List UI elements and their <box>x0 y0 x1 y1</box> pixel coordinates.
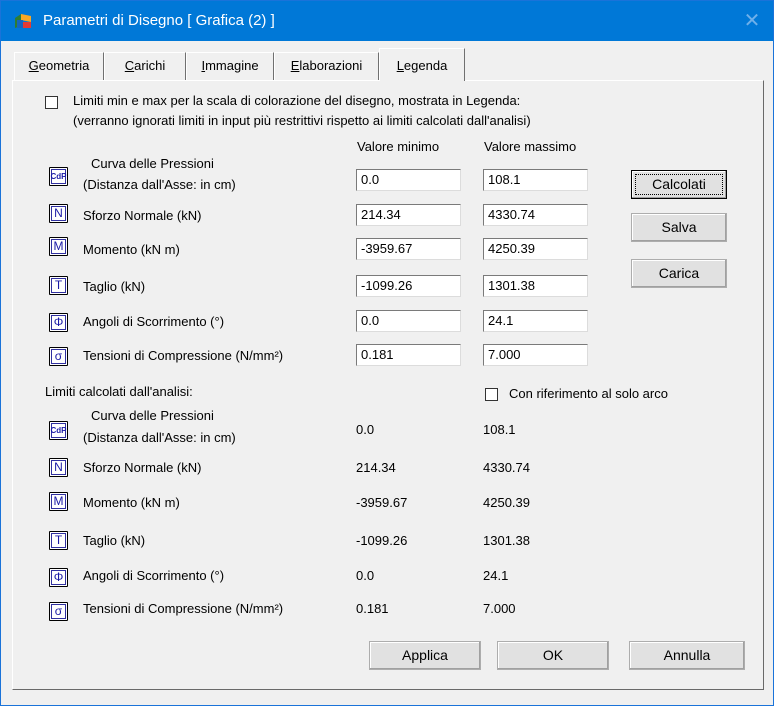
tab-legenda[interactable]: Legenda <box>379 48 465 81</box>
tab-immagine[interactable]: Immagine <box>186 52 274 80</box>
tab-panel-legenda <box>12 80 764 690</box>
tab-carichi[interactable]: Carichi <box>104 52 186 80</box>
app-icon <box>15 14 31 28</box>
tab-label: Immagine <box>201 58 259 73</box>
tab-label: Geometria <box>28 58 90 73</box>
tab-elaborazioni[interactable]: Elaborazioni <box>274 52 379 80</box>
close-icon[interactable]: ✕ <box>739 9 765 33</box>
tab-label: Carichi <box>124 58 166 73</box>
window-title: Parametri di Disegno [ Grafica (2) ] <box>43 12 275 29</box>
title-bar[interactable]: Parametri di Disegno [ Grafica (2) ] ✕ <box>1 1 773 41</box>
tab-geometria[interactable]: Geometria <box>14 52 104 80</box>
tab-label: Elaborazioni <box>290 58 363 73</box>
tab-label: Legenda <box>396 58 448 73</box>
dialog-window: Parametri di Disegno [ Grafica (2) ] ✕ G… <box>0 0 774 706</box>
